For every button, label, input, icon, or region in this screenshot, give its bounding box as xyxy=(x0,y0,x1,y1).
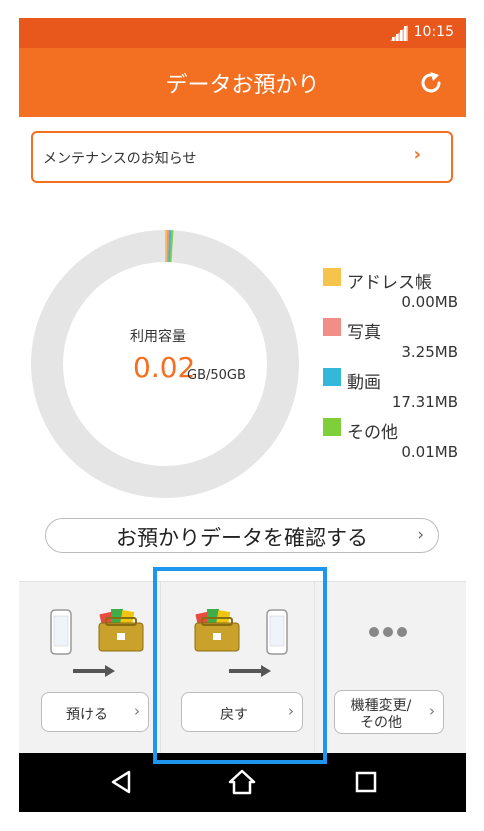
usage-unit: GB/50GB xyxy=(187,368,246,383)
legend-label: 動画 xyxy=(347,373,381,393)
deposit-illustration-icon xyxy=(50,609,144,677)
signal-icon xyxy=(390,25,408,41)
restore-label: 戻す xyxy=(220,707,248,723)
more-icon xyxy=(369,627,407,637)
legend-swatch xyxy=(323,268,341,286)
legend-value: 0.01MB xyxy=(401,443,458,461)
notice-label: メンテナンスのお知らせ xyxy=(43,151,197,167)
deposit-panel[interactable]: 預ける › xyxy=(19,582,161,754)
restore-panel[interactable]: 戻す › xyxy=(169,582,315,754)
legend-label: その他 xyxy=(347,423,398,443)
chevron-right-icon: › xyxy=(413,144,421,165)
back-icon[interactable] xyxy=(107,768,135,796)
maintenance-notice-button[interactable]: メンテナンスのお知らせ › xyxy=(31,131,453,183)
legend-item-other: その他 0.01MB xyxy=(319,414,462,464)
legend-swatch xyxy=(323,318,341,336)
navigation-bar xyxy=(19,753,466,812)
status-bar: 10:15 xyxy=(19,18,466,48)
confirm-stored-data-button[interactable]: お預かりデータを確認する › xyxy=(45,518,439,553)
other-label-line2: その他 xyxy=(360,715,402,731)
legend-item-photos: 写真 3.25MB xyxy=(319,314,462,364)
legend-value: 17.31MB xyxy=(391,393,458,411)
chevron-right-icon: › xyxy=(429,702,435,720)
legend-item-videos: 動画 17.31MB xyxy=(319,364,462,414)
page-title: データお預かり xyxy=(165,73,320,98)
other-panel[interactable]: 機種変更/ その他 › xyxy=(322,582,466,754)
legend-item-address-book: アドレス帳 0.00MB xyxy=(319,264,462,314)
app-bar: データお預かり xyxy=(19,48,466,117)
legend-label: アドレス帳 xyxy=(347,273,432,293)
deposit-button[interactable]: 預ける › xyxy=(41,692,149,732)
refresh-icon[interactable] xyxy=(418,70,444,96)
chart-legend: アドレス帳 0.00MB 写真 3.25MB 動画 17.31MB その他 0.… xyxy=(319,264,462,464)
chevron-right-icon: › xyxy=(134,702,140,720)
deposit-label: 預ける xyxy=(66,707,108,723)
confirm-label: お預かりデータを確認する xyxy=(116,526,368,550)
chevron-right-icon: › xyxy=(417,525,424,545)
legend-value: 3.25MB xyxy=(401,343,458,361)
status-time: 10:15 xyxy=(413,24,454,40)
other-button[interactable]: 機種変更/ その他 › xyxy=(334,690,444,734)
chevron-right-icon: › xyxy=(288,702,294,720)
restore-illustration-icon xyxy=(194,609,288,677)
recent-apps-icon[interactable] xyxy=(352,768,380,796)
home-icon[interactable] xyxy=(228,768,256,796)
legend-swatch xyxy=(323,418,341,436)
legend-label: 写真 xyxy=(347,323,381,343)
action-panels: 預ける › 戻す › 機種変更/ その他 › xyxy=(19,581,466,754)
phone-screen: 10:15 データお預かり メンテナンスのお知らせ › 利用容量 0.02 GB… xyxy=(19,18,466,812)
legend-value: 0.00MB xyxy=(401,293,458,311)
legend-swatch xyxy=(323,368,341,386)
usage-value: 0.02 xyxy=(133,351,196,384)
usage-label: 利用容量 xyxy=(130,329,186,345)
restore-button[interactable]: 戻す › xyxy=(181,692,303,732)
